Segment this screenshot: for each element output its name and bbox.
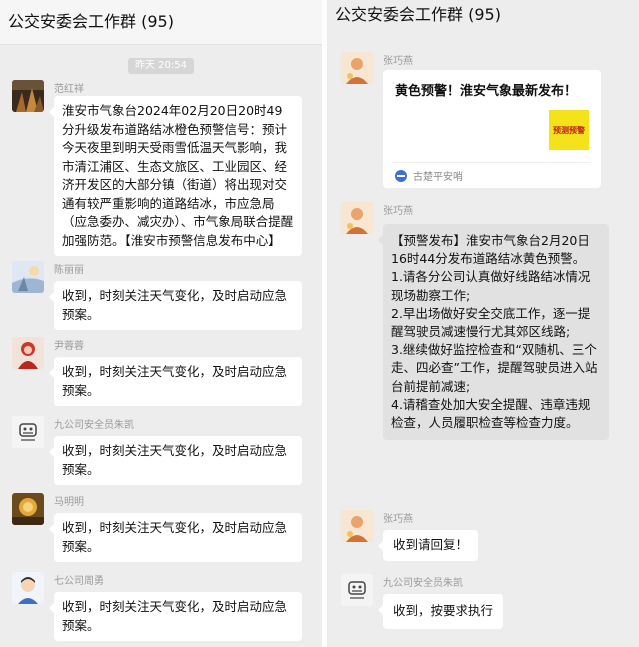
avatar[interactable] [341, 510, 373, 542]
avatar[interactable] [12, 493, 44, 525]
avatar[interactable] [341, 52, 373, 84]
sender-name: 张巧燕 [383, 514, 413, 525]
right-chat-pane: 公交安委会工作群 (95) 张巧燕 黄色预警！淮安气象最新发布！ 预测预警 古楚… [327, 0, 639, 647]
left-chat-pane: 公交安委会工作群 (95) 昨天 20:54 范红祥 淮安市气象台2024年02… [0, 0, 322, 647]
message-item: 张巧燕 【预警发布】淮安市气象台2月20日16时44分发布道路结冰黄色预警。 1… [341, 202, 631, 502]
message-bubble[interactable]: 淮安市气象台2024年02月20日20时49分升级发布道路结冰橙色预警信号：预计… [49, 96, 302, 256]
card-thumbnail: 预测预警 [549, 110, 589, 150]
message-item: 陈丽丽 收到，时刻关注天气变化，及时启动应急预案。 [12, 261, 312, 330]
sender-name: 马明明 [54, 497, 84, 508]
message-item: 张巧燕 收到请回复！ [341, 510, 631, 570]
message-item: 九公司安全员朱凯 收到，按要求执行 [341, 574, 631, 638]
message-item: 尹蓉蓉 收到，时刻关注天气变化，及时启动应急预案。 [12, 337, 312, 406]
chat-title: 公交安委会工作群 (95) [327, 0, 639, 32]
sender-name: 九公司安全员朱凯 [54, 420, 134, 431]
avatar[interactable] [12, 337, 44, 369]
sender-name: 九公司安全员朱凯 [383, 578, 463, 589]
link-card[interactable]: 黄色预警！淮安气象最新发布！ 预测预警 古楚平安哨 [383, 70, 601, 188]
card-source-name: 古楚平安哨 [413, 172, 463, 183]
timestamp: 昨天 20:54 [128, 58, 194, 74]
timestamp-row: 昨天 20:54 [0, 53, 322, 74]
message-item: 张巧燕 黄色预警！淮安气象最新发布！ 预测预警 古楚平安哨 [341, 52, 631, 194]
notice-line: 【预警发布】淮安市气象台2月20日16时44分发布道路结冰黄色预警。 [391, 233, 590, 267]
avatar[interactable] [12, 261, 44, 293]
avatar[interactable] [341, 202, 373, 234]
avatar[interactable] [341, 574, 373, 606]
sender-name: 尹蓉蓉 [54, 341, 84, 352]
message-item: 七公司周勇 收到，时刻关注天气变化，及时启动应急预案。 [12, 572, 312, 642]
message-item: 范红祥 淮安市气象台2024年02月20日20时49分升级发布道路结冰橙色预警信… [12, 80, 312, 256]
notice-line: 3.继续做好监控检查和“双随机、三个走、四必查”工作，提醒驾驶员进入站台前提前减… [391, 342, 598, 394]
sender-name: 范红祥 [54, 84, 84, 95]
message-bubble[interactable]: 收到，时刻关注天气变化，及时启动应急预案。 [49, 592, 302, 641]
sender-name: 张巧燕 [383, 206, 413, 217]
sender-name: 陈丽丽 [54, 265, 84, 276]
message-bubble[interactable]: 收到，时刻关注天气变化，及时启动应急预案。 [49, 513, 302, 562]
sender-name: 七公司周勇 [54, 576, 104, 587]
card-source: 古楚平安哨 [395, 168, 463, 183]
message-item: 马明明 收到，时刻关注天气变化，及时启动应急预案。 [12, 493, 312, 562]
notice-line: 2.早出场做好安全交底工作，逐一提醒驾驶员减速慢行尤其郊区线路; [391, 305, 591, 340]
message-bubble[interactable]: 收到，按要求执行 [377, 594, 504, 629]
avatar[interactable] [12, 416, 44, 448]
notice-line: 4.请稽查处加大安全提醒、违章违规检查，人员履职检查等检查力度。 [391, 396, 591, 431]
message-item: 九公司安全员朱凯 收到，时刻关注天气变化，及时启动应急预案。 [12, 416, 312, 485]
source-account-icon [395, 170, 407, 182]
notice-bubble[interactable]: 【预警发布】淮安市气象台2月20日16时44分发布道路结冰黄色预警。 1.请各分… [378, 224, 609, 441]
notice-line: 1.请各分公司认真做好线路结冰情况现场勘察工作; [391, 269, 591, 303]
message-bubble[interactable]: 收到，时刻关注天气变化，及时启动应急预案。 [49, 436, 302, 485]
card-title: 黄色预警！淮安气象最新发布！ [395, 84, 578, 99]
message-bubble[interactable]: 收到，时刻关注天气变化，及时启动应急预案。 [49, 357, 302, 406]
avatar[interactable] [12, 572, 44, 604]
sender-name: 张巧燕 [383, 56, 413, 67]
message-bubble[interactable]: 收到，时刻关注天气变化，及时启动应急预案。 [49, 281, 302, 330]
chat-title: 公交安委会工作群 (95) [0, 0, 322, 45]
avatar[interactable] [12, 80, 44, 112]
message-bubble[interactable]: 收到请回复！ [377, 530, 479, 561]
card-divider [393, 162, 591, 163]
